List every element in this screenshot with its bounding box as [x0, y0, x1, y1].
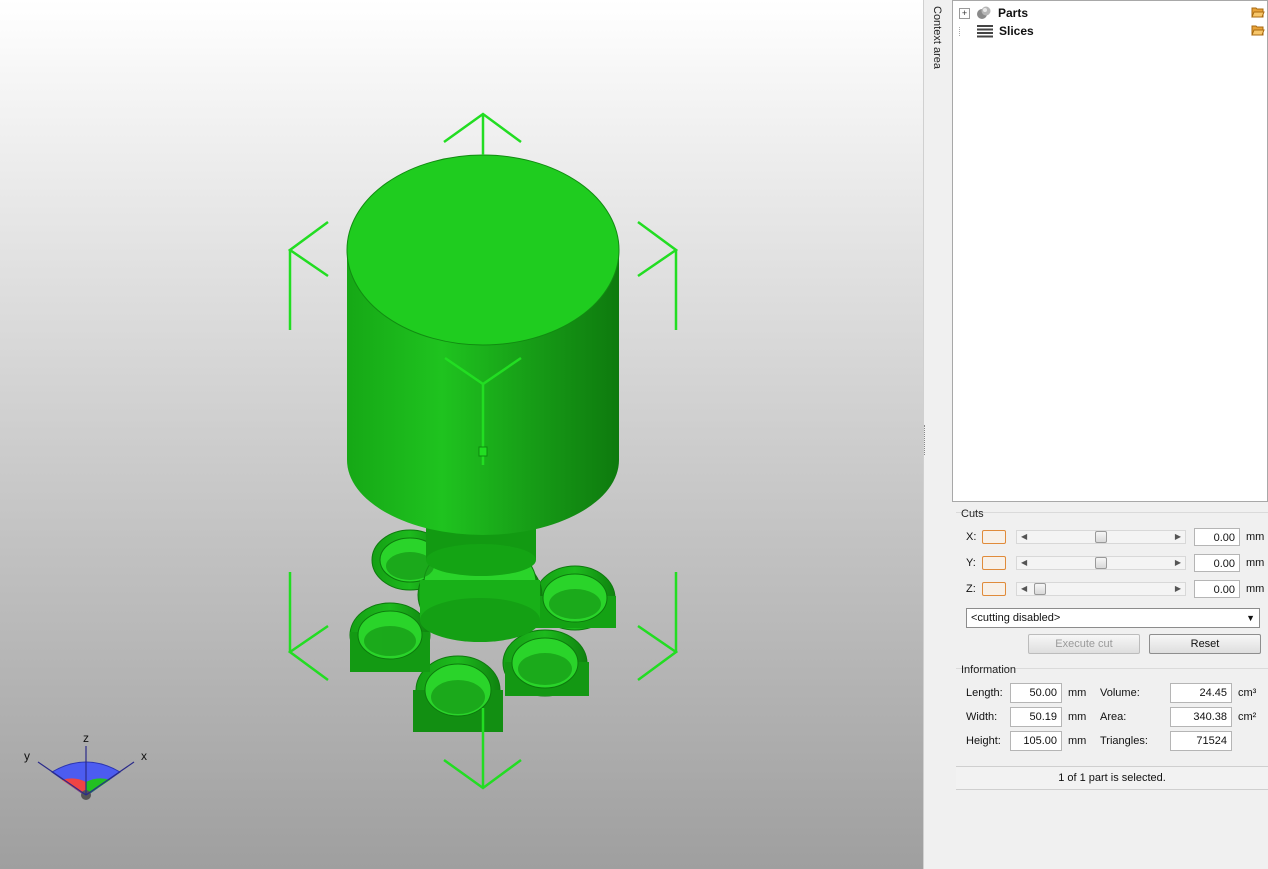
area-value: 340.38: [1170, 707, 1232, 727]
open-folder-icon[interactable]: [1251, 6, 1265, 18]
cut-unit: mm: [1246, 557, 1265, 569]
slices-icon: [977, 25, 993, 38]
length-label: Length:: [966, 687, 1003, 699]
axis-x-label: x: [141, 749, 147, 763]
cut-y-input[interactable]: 0.00: [1194, 554, 1240, 572]
cut-axis-label: Y:: [966, 557, 976, 569]
parts-icon: [977, 6, 991, 19]
gizmo-handle[interactable]: [478, 446, 488, 457]
cut-row-z: Z: ◀ ▶ 0.00 mm: [966, 579, 1264, 599]
height-label: Height:: [966, 735, 1001, 747]
slider-left-arrow-icon[interactable]: ◀: [1021, 557, 1027, 569]
slider-thumb[interactable]: [1034, 583, 1046, 595]
cutting-mode-select[interactable]: <cutting disabled> ▼: [966, 608, 1260, 628]
model-cylinder[interactable]: [346, 154, 620, 535]
information-title: Information: [961, 664, 1017, 676]
open-folder-icon[interactable]: [1251, 24, 1265, 36]
right-panel: + Parts Slices Cuts X: ◀ ▶ 0.00 mm Y: ◀ …: [952, 0, 1268, 869]
object-tree[interactable]: + Parts Slices: [952, 0, 1268, 502]
info-row-length: Length: 50.00 mm Volume: 24.45 cm³: [966, 683, 1256, 703]
slider-thumb[interactable]: [1095, 531, 1107, 543]
cuts-title: Cuts: [961, 508, 984, 520]
selection-status: 1 of 1 part is selected.: [956, 766, 1268, 790]
tree-item-parts[interactable]: + Parts: [959, 4, 1028, 22]
cut-color-swatch[interactable]: [982, 556, 1006, 570]
cut-x-slider[interactable]: ◀ ▶: [1016, 530, 1186, 544]
cut-unit: mm: [1246, 583, 1265, 595]
reset-button[interactable]: Reset: [1149, 634, 1261, 654]
height-unit: mm: [1068, 735, 1087, 747]
slider-left-arrow-icon[interactable]: ◀: [1021, 583, 1027, 595]
width-value: 50.19: [1010, 707, 1062, 727]
3d-viewport[interactable]: z y x: [0, 0, 923, 869]
width-unit: mm: [1068, 711, 1087, 723]
cut-unit: mm: [1246, 531, 1265, 543]
tree-connector: [959, 26, 971, 36]
slider-right-arrow-icon[interactable]: ▶: [1175, 583, 1181, 595]
slider-right-arrow-icon[interactable]: ▶: [1175, 557, 1181, 569]
cut-axis-label: X:: [966, 531, 977, 543]
cut-row-y: Y: ◀ ▶ 0.00 mm: [966, 553, 1264, 573]
cut-row-x: X: ◀ ▶ 0.00 mm: [966, 527, 1264, 547]
info-row-height: Height: 105.00 mm Triangles: 71524: [966, 731, 1232, 751]
slider-left-arrow-icon[interactable]: ◀: [1021, 531, 1027, 543]
tree-item-slices[interactable]: Slices: [959, 22, 1034, 40]
area-label: Area:: [1100, 711, 1127, 723]
viewport-scene[interactable]: z y x: [0, 0, 923, 869]
info-row-width: Width: 50.19 mm Area: 340.38 cm²: [966, 707, 1256, 727]
volume-label: Volume:: [1100, 687, 1140, 699]
slider-thumb[interactable]: [1095, 557, 1107, 569]
height-value: 105.00: [1010, 731, 1062, 751]
tree-item-label: Slices: [999, 24, 1034, 38]
cutting-mode-value: <cutting disabled>: [971, 612, 1061, 624]
area-unit: cm²: [1238, 711, 1257, 723]
axis-z-label: z: [83, 731, 89, 745]
axis-orientation-icon: z y x: [24, 731, 147, 800]
axis-y-label: y: [24, 749, 30, 763]
execute-cut-button[interactable]: Execute cut: [1028, 634, 1140, 654]
cut-y-slider[interactable]: ◀ ▶: [1016, 556, 1186, 570]
expand-icon[interactable]: +: [959, 7, 970, 19]
volume-unit: cm³: [1238, 687, 1257, 699]
cut-axis-label: Z:: [966, 583, 976, 595]
cut-z-slider[interactable]: ◀ ▶: [1016, 582, 1186, 596]
cut-color-swatch[interactable]: [982, 530, 1006, 544]
cut-color-swatch[interactable]: [982, 582, 1006, 596]
cut-z-input[interactable]: 0.00: [1194, 580, 1240, 598]
slider-right-arrow-icon[interactable]: ▶: [1175, 531, 1181, 543]
context-area-label[interactable]: Context area: [931, 6, 943, 69]
cut-x-input[interactable]: 0.00: [1194, 528, 1240, 546]
triangles-value: 71524: [1170, 731, 1232, 751]
triangles-label: Triangles:: [1100, 735, 1148, 747]
width-label: Width:: [966, 711, 998, 723]
length-value: 50.00: [1010, 683, 1062, 703]
tree-item-label: Parts: [998, 6, 1029, 20]
length-unit: mm: [1068, 687, 1087, 699]
chevron-down-icon: ▼: [1246, 613, 1255, 623]
splitter-grip[interactable]: [924, 425, 928, 455]
volume-value: 24.45: [1170, 683, 1232, 703]
